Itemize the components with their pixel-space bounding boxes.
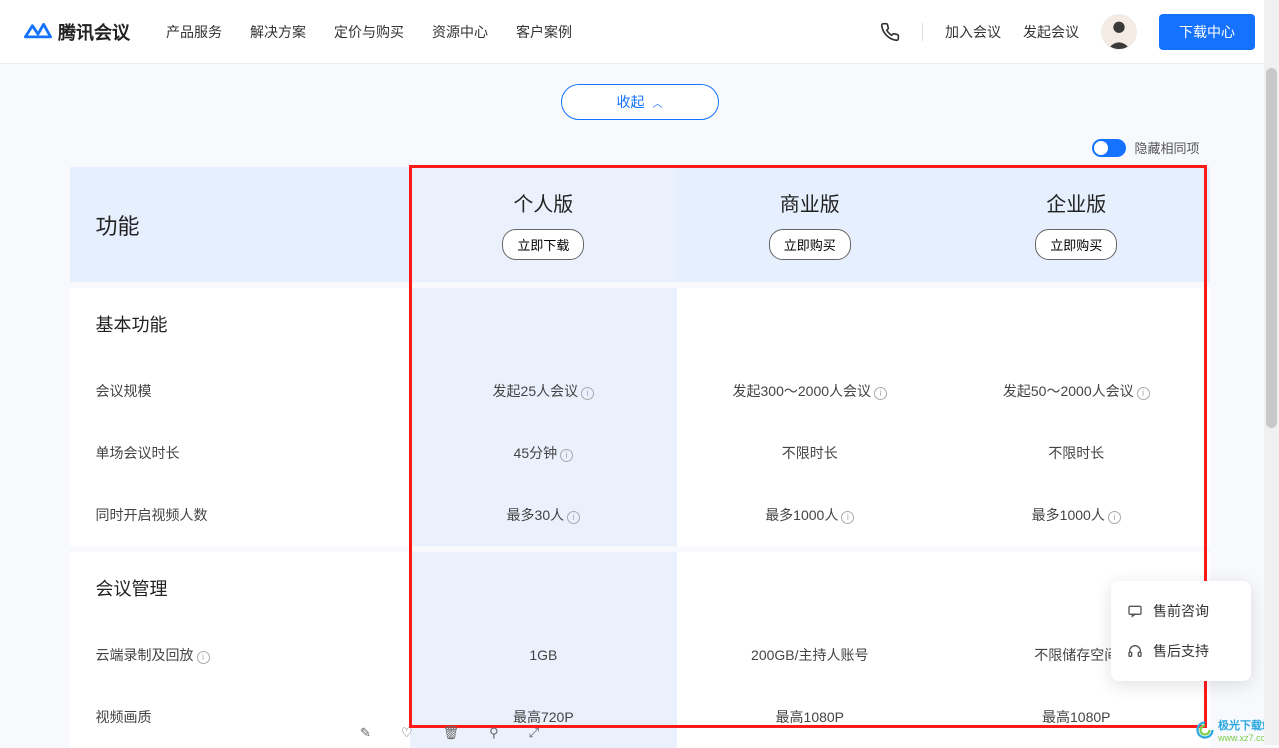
cell-value: 不限储存空间 [1034,647,1118,663]
tool-icon[interactable]: ⚲ [489,725,499,741]
table-row: 单场会议时长 45分钟i 不限时长 不限时长 [70,422,1210,484]
phone-icon[interactable] [880,22,900,42]
feature-label: 单场会议时长 [96,445,180,461]
cell-value: 最多1000人 [765,507,838,523]
cell-value: 发起50～2000人会议 [1003,383,1134,399]
plan-header-enterprise: 企业版 立即购买 [943,167,1210,282]
cell-value: 不限时长 [1048,445,1104,461]
main-nav: 产品服务 解决方案 定价与购买 资源中心 客户案例 [166,22,572,42]
table-row: 云端录制及回放i 1GB 200GB/主持人账号 不限储存空间 [70,624,1210,686]
top-header: 腾讯会议 产品服务 解决方案 定价与购买 资源中心 客户案例 加入会议 发起会议… [0,0,1279,64]
start-meeting-link[interactable]: 发起会议 [1023,22,1079,42]
table-row: 视频画质 最高720P 最高1080P 最高1080P [70,686,1210,748]
cell-value: 200GB/主持人账号 [751,647,868,663]
info-icon[interactable]: i [1108,511,1121,524]
plan-cta-download[interactable]: 立即下载 [502,229,584,260]
presales-label: 售前咨询 [1153,601,1209,621]
feature-label: 视频画质 [96,709,152,725]
info-icon[interactable]: i [841,511,854,524]
feature-label: 云端录制及回放 [96,647,194,663]
info-icon[interactable]: i [197,651,210,664]
toggle-label: 隐藏相同项 [1134,138,1199,157]
scrollbar-thumb[interactable] [1266,68,1277,428]
content-area: 收起 ︿ 隐藏相同项 功能 个人版 立即下载 商业版 [0,64,1279,748]
plan-header-personal: 个人版 立即下载 [410,167,676,282]
watermark: 极光下载站 www.xz7.com [1196,717,1273,743]
join-meeting-link[interactable]: 加入会议 [945,22,1001,42]
aftersales-label: 售后支持 [1153,641,1209,661]
cell-value: 45分钟 [514,445,558,461]
plan-header-business: 商业版 立即购买 [677,167,943,282]
table-row: 同时开启视频人数 最多30人i 最多1000人i 最多1000人i [70,484,1210,546]
presales-support[interactable]: 售前咨询 [1111,591,1251,631]
tool-icon[interactable]: ♡ [401,725,413,741]
cell-value: 发起25人会议 [493,383,579,399]
feature-header-cell: 功能 [70,167,411,282]
nav-resources[interactable]: 资源中心 [432,22,488,42]
plan-cta-buy[interactable]: 立即购买 [769,229,851,260]
plan-name: 个人版 [410,188,676,217]
section-basic: 基本功能 [70,288,1210,360]
vertical-scrollbar[interactable] [1264,0,1279,745]
watermark-icon [1196,721,1214,739]
tool-icon[interactable]: ✎ [360,725,371,741]
aftersales-support[interactable]: 售后支持 [1111,631,1251,671]
headset-icon [1127,643,1143,659]
hide-same-toggle[interactable] [1092,139,1126,157]
tool-icon[interactable]: ⤢ [529,725,539,741]
chevron-up-icon: ︿ [653,95,663,110]
cell-value: 最多1000人 [1032,507,1105,523]
collapse-label: 收起 [617,92,645,112]
collapse-button[interactable]: 收起 ︿ [561,84,719,120]
support-panel: 售前咨询 售后支持 [1111,581,1251,681]
table-row: 会议规模 发起25人会议i 发起300～2000人会议i 发起50～2000人会… [70,360,1210,422]
section-management: 会议管理 [70,552,1210,624]
plan-header-row: 功能 个人版 立即下载 商业版 立即购买 企业版 [70,167,1210,282]
comparison-table-wrap: 功能 个人版 立即下载 商业版 立即购买 企业版 [70,167,1210,748]
cell-value: 1GB [529,647,557,663]
info-icon[interactable]: i [874,387,887,400]
nav-solutions[interactable]: 解决方案 [250,22,306,42]
info-icon[interactable]: i [567,511,580,524]
tencent-meeting-logo-icon [24,21,52,43]
comparison-table: 功能 个人版 立即下载 商业版 立即购买 企业版 [70,167,1210,748]
plan-name: 企业版 [943,188,1210,217]
toggle-row: 隐藏相同项 [70,138,1210,157]
avatar[interactable] [1101,14,1137,50]
info-icon[interactable]: i [560,449,573,462]
header-right: 加入会议 发起会议 下载中心 [880,14,1255,50]
brand-logo[interactable]: 腾讯会议 [24,19,130,45]
plan-cta-buy[interactable]: 立即购买 [1035,229,1117,260]
divider [922,23,923,41]
feature-header: 功能 [96,209,385,241]
nav-cases[interactable]: 客户案例 [516,22,572,42]
feature-label: 同时开启视频人数 [96,507,208,523]
nav-products[interactable]: 产品服务 [166,22,222,42]
cell-value: 最高1080P [776,709,844,725]
feature-label: 会议规模 [96,383,152,399]
cell-value: 发起300～2000人会议 [733,383,872,399]
brand-name: 腾讯会议 [58,19,130,45]
section-title: 基本功能 [70,288,411,360]
bottom-toolbar: ✎ ♡ 🗑 ⚲ ⤢ [360,725,539,741]
download-center-button[interactable]: 下载中心 [1159,14,1255,50]
info-icon[interactable]: i [1137,387,1150,400]
plan-name: 商业版 [677,188,943,217]
cell-value: 最高720P [513,709,574,725]
cell-value: 最多30人 [507,507,565,523]
info-icon[interactable]: i [581,387,594,400]
section-title: 会议管理 [70,552,411,624]
chat-icon [1127,603,1143,619]
tool-icon[interactable]: 🗑 [443,725,460,741]
cell-value: 最高1080P [1042,709,1110,725]
cell-value: 不限时长 [782,445,838,461]
nav-pricing[interactable]: 定价与购买 [334,22,404,42]
